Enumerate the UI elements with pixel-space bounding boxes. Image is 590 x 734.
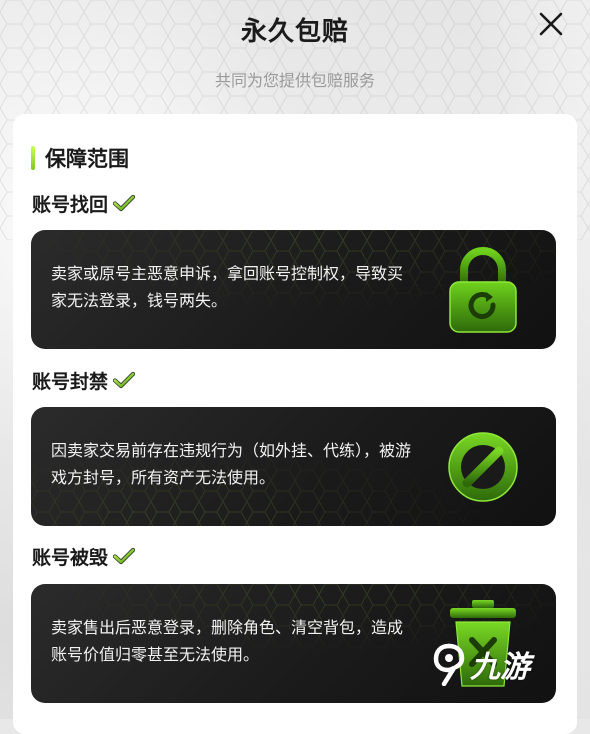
jiuyou-watermark: 九游	[432, 636, 556, 692]
check-icon	[113, 547, 136, 565]
dialog-header: 永久包赔 共同为您提供包赔服务	[0, 0, 590, 110]
item-label-account-destroyed: 账号被毁	[32, 543, 136, 569]
ban-icon	[448, 432, 518, 502]
section-header: 保障范围	[31, 144, 129, 172]
item-label-account-recovery: 账号找回	[32, 190, 136, 216]
card-description: 卖家或原号主恶意申诉，拿回账号控制权，导致买家无法登录，钱号两失。	[51, 264, 404, 310]
lock-refresh-icon	[449, 247, 517, 333]
check-icon	[113, 194, 136, 212]
coverage-card-account-recovery: 卖家或原号主恶意申诉，拿回账号控制权，导致买家无法登录，钱号两失。	[31, 230, 556, 349]
card-description: 卖家售出后恶意登录，删除角色、清空背包，造成账号价值归零甚至无法使用。	[51, 618, 404, 664]
jiuyou-logo	[433, 643, 465, 686]
dialog-title: 永久包赔	[240, 17, 349, 47]
dialog-subtitle: 共同为您提供包赔服务	[214, 71, 375, 90]
coverage-card-account-ban: 因卖家交易前存在违规行为（如外挂、代练），被游戏方封号，所有资产无法使用。	[31, 407, 556, 526]
item-title: 账号被毁	[32, 546, 109, 569]
check-icon	[113, 371, 136, 389]
item-label-account-ban: 账号封禁	[32, 367, 136, 393]
card-description: 因卖家交易前存在违规行为（如外挂、代练），被游戏方封号，所有资产无法使用。	[51, 441, 412, 487]
watermark-text: 九游	[470, 650, 530, 685]
close-icon	[539, 12, 563, 36]
section-title: 保障范围	[45, 147, 129, 171]
close-button[interactable]	[536, 9, 566, 39]
item-title: 账号封禁	[32, 370, 109, 393]
item-title: 账号找回	[32, 193, 109, 216]
section-accent-bar	[31, 146, 35, 170]
